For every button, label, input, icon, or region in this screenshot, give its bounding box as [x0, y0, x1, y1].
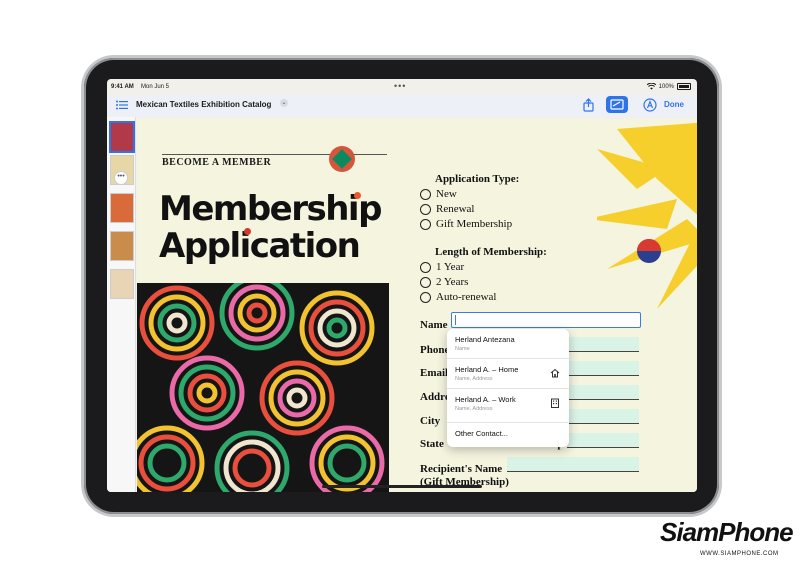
radio-button[interactable]: [420, 291, 431, 303]
decorative-dot: [244, 228, 251, 235]
option-auto-renewal[interactable]: Auto-renewal: [420, 291, 496, 303]
house-icon: [550, 368, 560, 378]
radio-button[interactable]: [420, 218, 431, 230]
page-thumbnails: •••: [107, 117, 136, 492]
title-line: Application: [159, 226, 361, 266]
toolbar: Mexican Textiles Exhibition Catalog ⌄ Do…: [107, 95, 697, 117]
document-page: BECOME A MEMBER Membership Application A…: [137, 119, 697, 492]
status-time: 9:41 AM: [111, 84, 134, 90]
sunburst-graphic: [597, 122, 697, 309]
name-input[interactable]: [451, 312, 641, 328]
autofill-item[interactable]: Herland A. – Work Name, Address: [447, 389, 569, 423]
radio-button[interactable]: [420, 188, 431, 200]
email-field[interactable]: [567, 361, 639, 376]
battery-percent: 100%: [658, 83, 674, 90]
page-thumbnail[interactable]: [110, 269, 134, 299]
building-icon: [551, 398, 559, 408]
textile-artwork: [137, 283, 389, 492]
autofill-item-subtitle: Name, Address: [455, 376, 493, 382]
other-contact-option[interactable]: Other Contact...: [455, 429, 508, 438]
battery-icon: [677, 83, 691, 90]
page-thumbnail[interactable]: [110, 231, 134, 261]
markup-icon: [610, 99, 624, 110]
text-caret: [455, 315, 456, 325]
option-label: Auto-renewal: [436, 291, 497, 303]
siamphone-logo: SiamPhone WWW.SIAMPHONE.COM: [660, 515, 794, 559]
option-label: New: [436, 188, 457, 200]
address-field[interactable]: [567, 385, 639, 400]
markup-button[interactable]: [606, 96, 628, 113]
logo-text: SiamPhone: [660, 517, 794, 547]
phone-field[interactable]: [567, 337, 639, 352]
option-gift-membership[interactable]: Gift Membership: [420, 218, 512, 230]
autofill-item[interactable]: Herland A. – Home Name, Address: [447, 359, 569, 389]
radio-button[interactable]: [420, 203, 431, 215]
recipient-label: Recipient's Name: [420, 463, 503, 475]
option-label: Gift Membership: [436, 218, 513, 230]
status-right: 100%: [646, 83, 691, 90]
logo-url: WWW.SIAMPHONE.COM: [700, 551, 779, 557]
option-label: 2 Years: [436, 276, 469, 288]
zip-field[interactable]: [567, 433, 639, 448]
page-title: Membership Application: [159, 189, 382, 266]
autofill-item-title: Herland A. – Work: [455, 395, 516, 404]
done-button[interactable]: Done: [664, 100, 684, 109]
autofill-item-title: Herland A. – Home: [455, 365, 519, 374]
status-date: Mon Jun 5: [141, 84, 170, 90]
home-indicator[interactable]: [322, 485, 482, 488]
status-bar: 9:41 AM Mon Jun 5 ••• 100%: [107, 79, 697, 95]
option-new[interactable]: New: [420, 188, 457, 200]
option-2-years[interactable]: 2 Years: [420, 276, 468, 288]
option-renewal[interactable]: Renewal: [420, 203, 474, 215]
radio-button[interactable]: [420, 261, 431, 273]
ipad-screen: 9:41 AM Mon Jun 5 ••• 100% Mexican Texti…: [107, 79, 697, 492]
state-label: State: [420, 438, 444, 450]
application-type-title: Application Type:: [435, 173, 520, 185]
title-line: Membership: [159, 189, 382, 229]
autofill-item-subtitle: Name, Address: [455, 406, 493, 412]
share-icon[interactable]: [583, 98, 594, 112]
document-title[interactable]: Mexican Textiles Exhibition Catalog: [136, 100, 271, 109]
address-field-2[interactable]: [567, 409, 639, 424]
autofill-item-subtitle: Name: [455, 346, 470, 352]
radio-button[interactable]: [420, 276, 431, 288]
autofill-item-title: Herland Antezana: [455, 335, 515, 344]
decorative-dot: [354, 192, 361, 199]
more-icon[interactable]: •••: [114, 171, 128, 185]
option-label: Renewal: [436, 203, 475, 215]
wifi-icon: [646, 83, 656, 90]
autofill-popup: Herland Antezana Name Herland A. – Home …: [447, 329, 569, 447]
recipient-field[interactable]: [507, 457, 639, 472]
kicker-text: BECOME A MEMBER: [162, 157, 272, 168]
city-label: City: [420, 415, 441, 427]
multitask-dots-icon[interactable]: •••: [394, 81, 406, 91]
phone-label: Phone: [420, 344, 450, 356]
length-title: Length of Membership:: [435, 246, 547, 258]
medallion-graphic: [329, 146, 355, 172]
autofill-item[interactable]: Herland Antezana Name: [447, 329, 569, 359]
pen-icon[interactable]: [643, 98, 657, 112]
option-label: 1 Year: [436, 261, 465, 273]
page-thumbnail[interactable]: [109, 121, 135, 153]
option-1-year[interactable]: 1 Year: [420, 261, 464, 273]
name-label: Name: [420, 319, 448, 331]
list-icon[interactable]: [116, 100, 128, 110]
chevron-down-icon[interactable]: ⌄: [280, 99, 288, 107]
page-thumbnail[interactable]: [110, 193, 134, 223]
email-label: Email: [420, 367, 449, 379]
